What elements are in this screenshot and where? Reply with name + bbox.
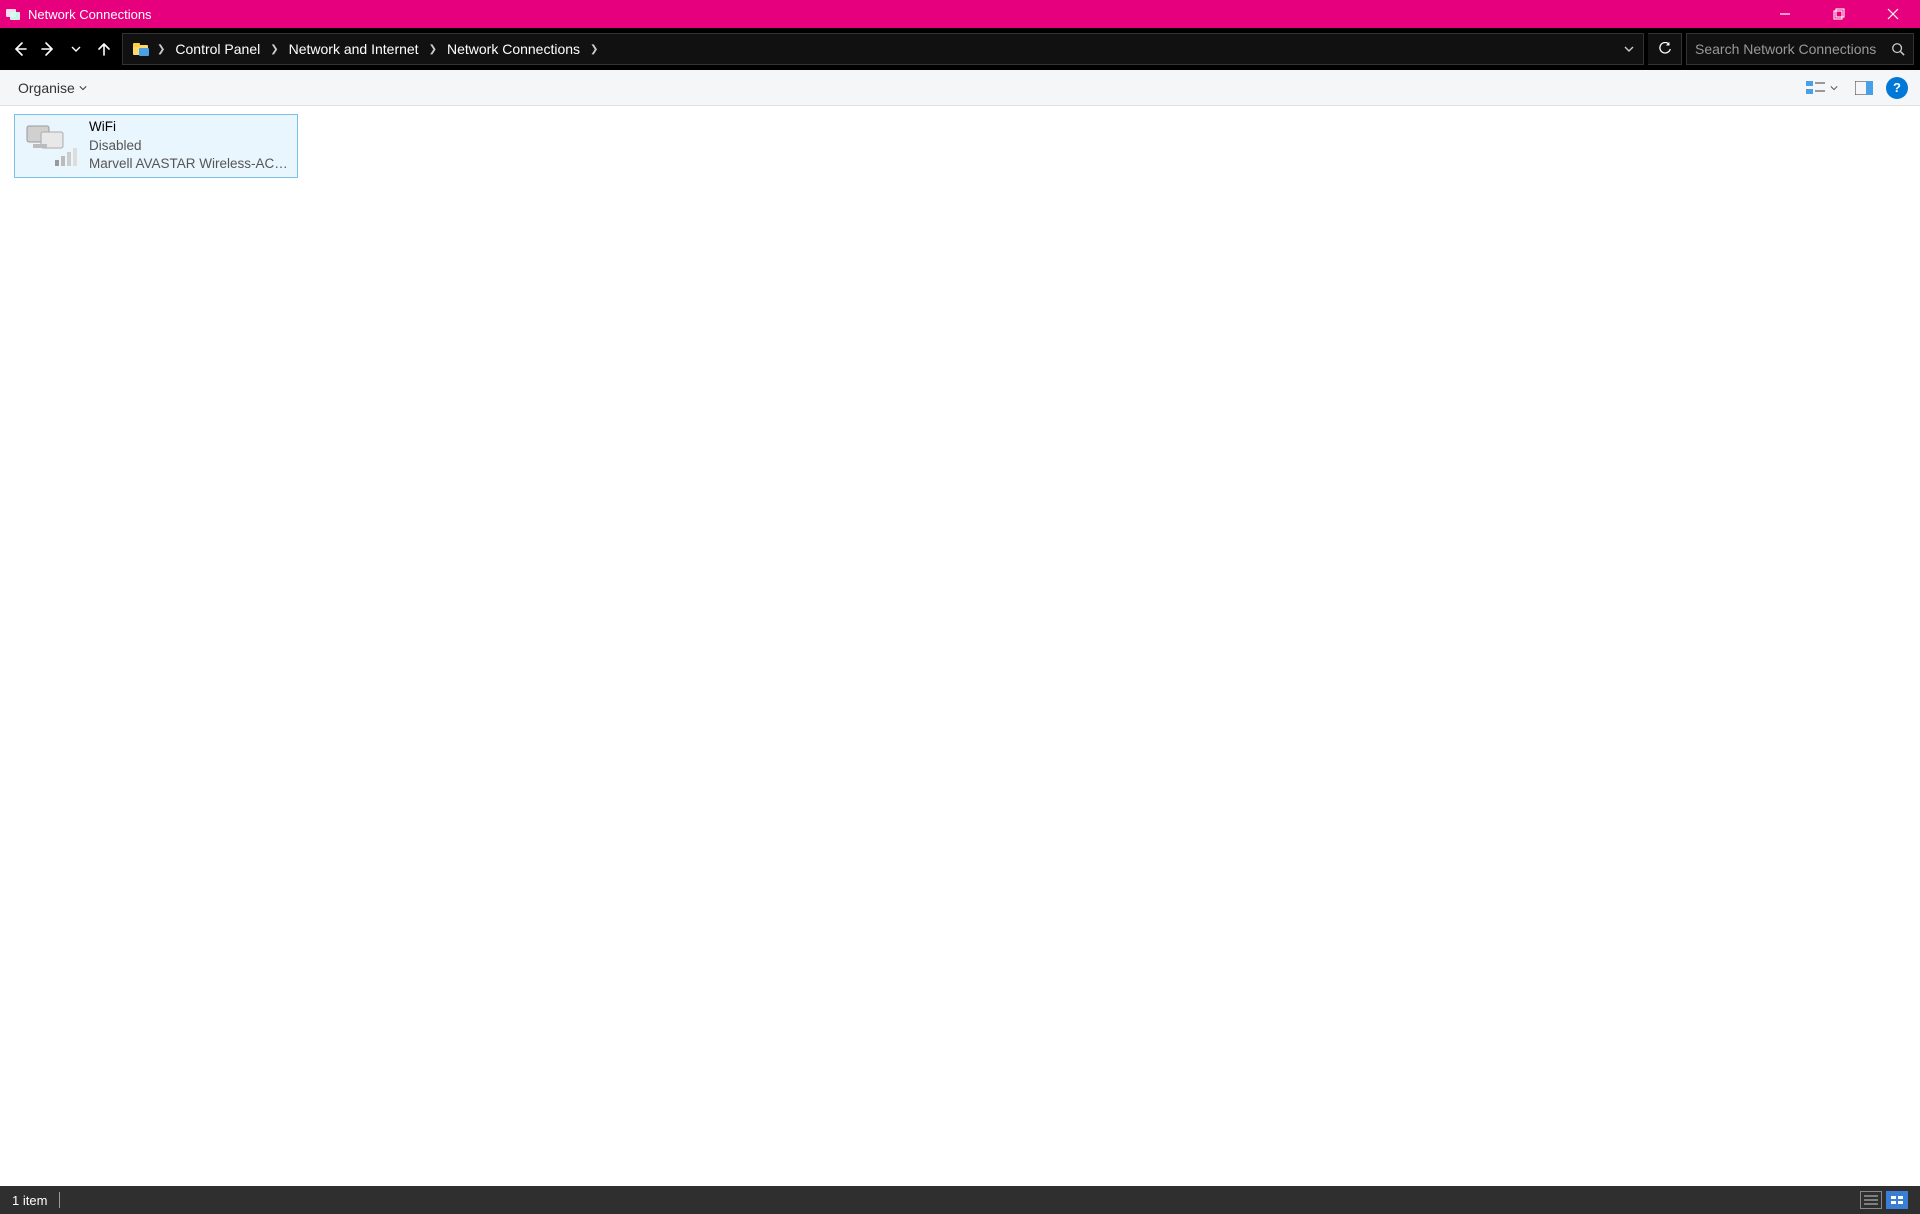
item-count: 1 item	[12, 1193, 59, 1208]
breadcrumb-network-connections[interactable]: Network Connections	[439, 37, 588, 61]
connection-name: WiFi	[89, 118, 289, 137]
view-options-icon	[1802, 74, 1830, 102]
close-button[interactable]	[1866, 0, 1920, 28]
search-box[interactable]	[1686, 33, 1914, 65]
up-button[interactable]	[90, 34, 118, 64]
minimize-button[interactable]	[1758, 0, 1812, 28]
back-button[interactable]	[6, 34, 34, 64]
help-button[interactable]: ?	[1886, 77, 1908, 99]
window-title: Network Connections	[28, 7, 152, 22]
breadcrumb-dropdown-button[interactable]	[1615, 44, 1643, 54]
breadcrumb-control-panel[interactable]: Control Panel	[167, 37, 268, 61]
view-options-button[interactable]	[1798, 74, 1838, 102]
chevron-right-icon[interactable]: ❯	[427, 44, 439, 55]
help-icon: ?	[1893, 80, 1901, 95]
chevron-right-icon[interactable]: ❯	[588, 44, 600, 55]
maximize-button[interactable]	[1812, 0, 1866, 28]
breadcrumb: ❯ Control Panel ❯ Network and Internet ❯…	[155, 37, 1615, 61]
chevron-down-icon	[1830, 84, 1838, 92]
chevron-right-icon[interactable]: ❯	[268, 44, 280, 55]
connection-status: Disabled	[89, 137, 289, 156]
chevron-down-icon	[79, 84, 87, 92]
addressbar: ❯ Control Panel ❯ Network and Internet ❯…	[0, 28, 1920, 70]
large-icons-view-button[interactable]	[1886, 1191, 1908, 1209]
titlebar: Network Connections	[0, 0, 1920, 28]
location-icon	[131, 39, 151, 59]
breadcrumb-bar[interactable]: ❯ Control Panel ❯ Network and Internet ❯…	[122, 33, 1644, 65]
organise-button[interactable]: Organise	[12, 76, 93, 100]
connection-text: WiFi Disabled Marvell AVASTAR Wireless-A…	[89, 118, 289, 174]
statusbar: 1 item	[0, 1186, 1920, 1214]
search-icon[interactable]	[1891, 42, 1905, 56]
forward-button[interactable]	[34, 34, 62, 64]
organise-label: Organise	[18, 80, 75, 96]
app-icon	[4, 5, 22, 23]
statusbar-divider	[59, 1192, 60, 1208]
refresh-button[interactable]	[1648, 33, 1682, 65]
recent-locations-button[interactable]	[62, 34, 90, 64]
content-area[interactable]: WiFi Disabled Marvell AVASTAR Wireless-A…	[0, 106, 1920, 1186]
network-adapter-icon	[23, 122, 79, 170]
chevron-right-icon[interactable]: ❯	[155, 44, 167, 55]
details-view-button[interactable]	[1860, 1191, 1882, 1209]
connection-item-wifi[interactable]: WiFi Disabled Marvell AVASTAR Wireless-A…	[14, 114, 298, 178]
preview-pane-button[interactable]	[1850, 74, 1878, 102]
commandbar: Organise ?	[0, 70, 1920, 106]
window-controls	[1758, 0, 1920, 28]
search-input[interactable]	[1695, 41, 1891, 57]
breadcrumb-network-and-internet[interactable]: Network and Internet	[281, 37, 427, 61]
connection-device: Marvell AVASTAR Wireless-AC ...	[89, 155, 289, 174]
